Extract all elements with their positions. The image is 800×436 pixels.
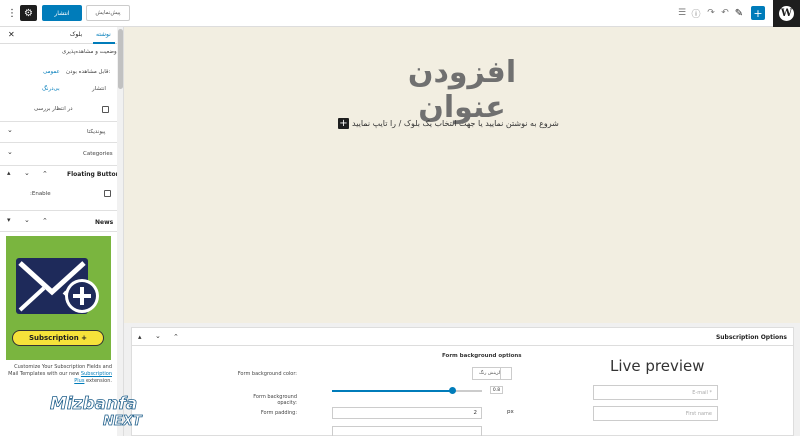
options-menu-icon[interactable]: ⋮ [7,5,17,21]
tab-block[interactable]: بلوک [70,31,82,38]
color-picker-label: گزینش رنگ [479,371,501,376]
divider [0,121,117,122]
block-inserter-button[interactable]: + [338,118,349,129]
metabox-title[interactable]: Subscription Options [716,334,787,341]
subscription-plus-image[interactable]: Subscription + [6,236,111,360]
metabox-panel: ▴ ⌄ ⌃ Subscription Options Form backgrou… [131,327,794,436]
chevron-down-icon[interactable]: ⌄ [7,148,13,156]
live-preview-heading: Live preview [610,357,705,375]
editor-toolbar: ⋮ ⚙ انتشار پیش‌نمایش ☰ ⓘ ↷ ↶ ✎ + W [0,0,800,27]
form-bg-color-label: Form background color: [237,371,297,377]
chevron-down-icon[interactable]: ⌄ [7,126,13,134]
settings-gear-button[interactable]: ⚙ [20,5,37,21]
form-background-options-heading: Form background options [442,353,522,359]
divider [0,231,117,232]
color-picker-button[interactable]: گزینش رنگ [472,367,512,380]
preview-first-name-field[interactable]: First name [593,406,718,421]
opacity-slider-fill [332,390,452,392]
undo-icon[interactable]: ↶ [719,5,731,21]
form-bg-opacity-label: Form background opacity: [253,394,297,406]
enable-checkbox[interactable] [104,190,111,197]
watermark-line2: NEXT [103,414,142,430]
divider [0,142,117,143]
add-block-button[interactable]: + [751,6,765,20]
paragraph-placeholder[interactable]: شروع به نوشتن نمایید یا جهت انتخاب یک بل… [352,119,559,128]
metabox-header: ▴ ⌄ ⌃ Subscription Options [132,328,793,346]
chevron-up-icon[interactable]: ⌃ [173,333,179,341]
chevron-up-icon[interactable]: ⌃ [42,217,48,225]
sidebar-tabs: ✕ بلوک نوشته [0,27,117,44]
watermark-line1: Mizbanfa [50,394,138,415]
floating-button-panel-title[interactable]: Floating Button [67,171,120,178]
opacity-slider[interactable] [332,387,482,394]
news-panel-title[interactable]: News [95,219,113,226]
subscription-desc-suffix: extension. [86,378,112,384]
subscription-options-metabox: ▴ ⌄ ⌃ Subscription Options Form backgrou… [124,323,800,436]
pending-review-checkbox[interactable] [102,106,109,113]
tab-post[interactable]: نوشته [96,31,111,38]
wordpress-logo-icon[interactable]: W [773,0,800,27]
divider [0,210,117,211]
categories-panel-title[interactable]: Categories [83,151,113,157]
chevron-down-icon[interactable]: ⌄ [24,216,30,224]
subscription-description: Customize Your Subscription Fields and M… [8,364,112,385]
info-icon[interactable]: ⓘ [690,5,702,21]
triangle-up-icon[interactable]: ▴ [138,333,142,341]
close-icon[interactable]: ✕ [8,30,15,39]
publish-label: انتشار [92,86,106,92]
visibility-label: قابل مشاهده بودن: [66,69,111,75]
form-padding-input[interactable]: 2 [332,407,482,419]
permalink-panel-title[interactable]: پیوندیکتا [87,129,105,135]
sidebar-scrollbar-thumb[interactable] [118,29,123,89]
settings-sidebar: ✕ بلوک نوشته وضعیت و مشاهده‌پذیری قابل م… [0,27,124,436]
chevron-down-icon[interactable]: ⌄ [155,332,161,340]
list-view-icon[interactable]: ☰ [676,5,688,21]
chevron-down-icon[interactable]: ⌄ [24,169,30,177]
enable-label: :Enable [30,191,51,197]
subscription-banner: Subscription + [12,330,104,346]
opacity-value[interactable]: 0.8 [490,386,503,394]
publish-date-link[interactable]: بی‌درنگ [42,86,60,92]
pencil-icon[interactable]: ✎ [733,5,745,21]
redo-icon[interactable]: ↷ [705,5,717,21]
color-swatch [500,368,511,379]
preview-button[interactable]: پیش‌نمایش [86,5,130,21]
padding-unit: px [507,409,514,415]
editor-canvas: افزودن عنوان شروع به نوشتن نمایید یا جهت… [124,27,800,323]
mizbanfa-watermark-logo: Mizbanfa NEXT [50,394,162,434]
post-title-input[interactable]: افزودن عنوان [362,55,562,125]
pending-review-label: در انتظار بررسی [34,106,73,112]
chevron-up-icon[interactable]: ⌃ [42,170,48,178]
triangle-down-icon[interactable]: ▾ [7,216,11,224]
opacity-slider-handle[interactable] [448,387,456,394]
divider [0,165,117,166]
next-option-input[interactable] [332,426,482,436]
visibility-value-link[interactable]: عمومی [43,69,60,75]
form-padding-label: Form padding: [260,410,297,416]
active-tab-indicator [93,42,115,44]
publish-button[interactable]: انتشار [42,5,82,21]
preview-email-field[interactable]: E-mail * [593,385,718,400]
triangle-down-icon[interactable]: ▴ [7,169,11,177]
status-section-heading[interactable]: وضعیت و مشاهده‌پذیری [62,49,117,55]
